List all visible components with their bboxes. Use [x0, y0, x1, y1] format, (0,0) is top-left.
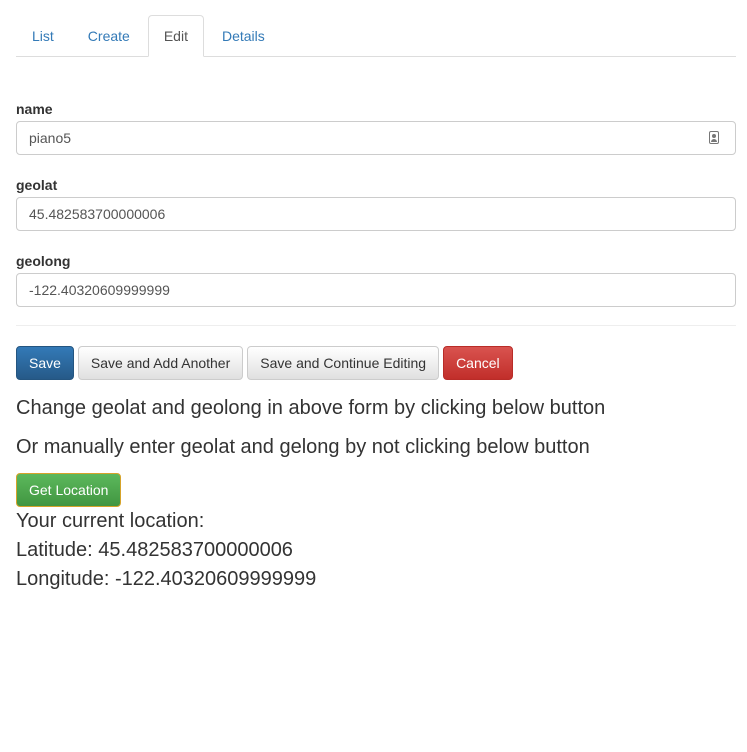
save-button[interactable]: Save	[16, 346, 74, 380]
geolong-label: geolong	[16, 253, 71, 269]
save-and-add-another-button[interactable]: Save and Add Another	[77, 346, 244, 380]
tab-edit[interactable]: Edit	[147, 15, 204, 57]
instruction-text-1: Change geolat and geolong in above form …	[16, 397, 606, 419]
get-location-button[interactable]: Get Location	[16, 473, 122, 507]
tab-list[interactable]: List	[16, 15, 70, 55]
geolat-input[interactable]: 45.482583700000006	[16, 197, 736, 231]
name-field-group: name piano5	[16, 100, 736, 155]
longitude-readout: Longitude: -122.40320609999999	[16, 568, 317, 590]
geolong-input[interactable]: -122.40320609999999	[16, 273, 736, 307]
latitude-readout: Latitude: 45.482583700000006	[16, 539, 293, 561]
geolat-field-group: geolat 45.482583700000006	[16, 176, 736, 231]
cancel-button[interactable]: Cancel	[443, 346, 513, 380]
name-value: piano5	[29, 130, 72, 146]
name-label: name	[16, 101, 53, 117]
name-input[interactable]: piano5	[16, 121, 736, 155]
geolong-field-group: geolong -122.40320609999999	[16, 252, 736, 307]
tab-details[interactable]: Details	[206, 15, 281, 55]
form-divider	[16, 325, 736, 326]
contact-card-icon[interactable]	[709, 131, 719, 144]
save-and-continue-editing-button[interactable]: Save and Continue Editing	[247, 346, 440, 380]
tab-create[interactable]: Create	[72, 15, 146, 55]
geolong-value: -122.40320609999999	[29, 282, 170, 298]
instruction-text-2: Or manually enter geolat and gelong by n…	[16, 436, 590, 458]
nav-tabs: List Create Edit Details	[16, 15, 736, 57]
form-actions: Save Save and Add Another Save and Conti…	[16, 346, 517, 380]
geolat-label: geolat	[16, 177, 58, 193]
current-location-heading: Your current location:	[16, 510, 205, 532]
geolat-value: 45.482583700000006	[29, 206, 166, 222]
